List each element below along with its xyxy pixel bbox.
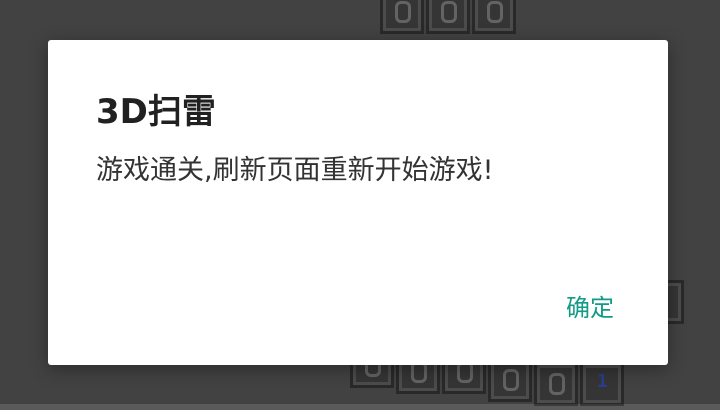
dialog-message: 游戏通关,刷新页面重新开始游戏! [96, 155, 494, 186]
dialog-title: 3D扫雷 [96, 92, 216, 132]
alert-dialog: 3D扫雷 游戏通关,刷新页面重新开始游戏! 确定 [48, 40, 668, 365]
confirm-button[interactable]: 确定 [560, 284, 620, 327]
